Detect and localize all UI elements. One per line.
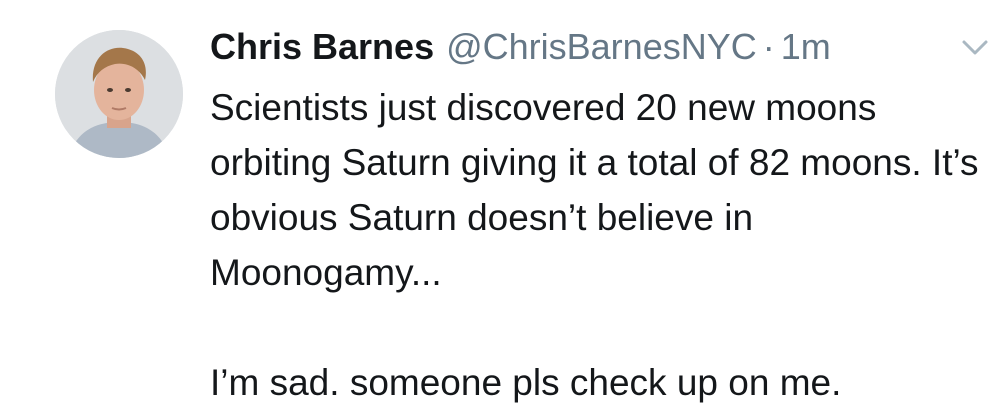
separator-dot: · xyxy=(762,26,775,67)
timestamp[interactable]: 1m xyxy=(781,22,831,72)
avatar[interactable] xyxy=(55,30,183,158)
tweet-text-paragraph-1: Scientists just discovered 20 new moons … xyxy=(210,87,979,293)
tweet-text: Scientists just discovered 20 new moons … xyxy=(210,80,990,410)
tweet[interactable]: Chris Barnes @ChrisBarnesNYC · 1m Scient… xyxy=(0,0,1001,403)
chevron-down-icon[interactable] xyxy=(958,36,992,60)
display-name[interactable]: Chris Barnes xyxy=(210,22,434,72)
tweet-header: Chris Barnes @ChrisBarnesNYC · 1m xyxy=(210,22,831,72)
tweet-text-paragraph-2: I’m sad. someone pls check up on me. xyxy=(210,362,842,403)
user-handle[interactable]: @ChrisBarnesNYC xyxy=(446,22,757,72)
profile-photo-icon xyxy=(55,30,183,158)
